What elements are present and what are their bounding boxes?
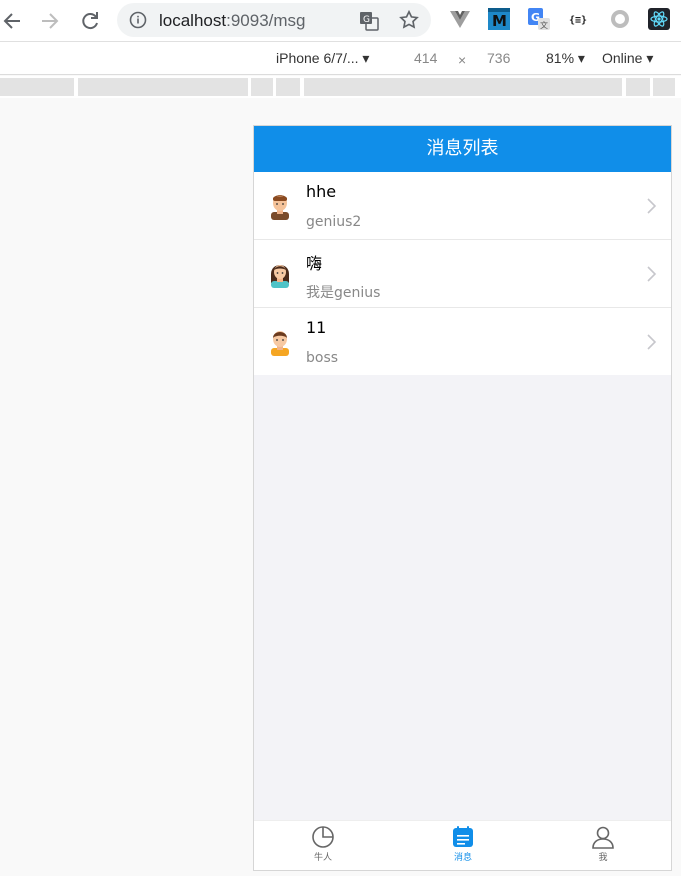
message-list: hhe genius2 嗨 我是genius 11 boss <box>254 172 671 375</box>
svg-text:文: 文 <box>540 20 548 30</box>
ruler-segment[interactable] <box>78 78 248 96</box>
ruler-segment[interactable] <box>653 78 675 96</box>
react-devtools-icon[interactable] <box>648 8 670 30</box>
tab-me[interactable]: 我 <box>573 825 633 863</box>
circle-extension-icon[interactable] <box>609 8 631 30</box>
network-select[interactable]: Online ▾ <box>602 50 653 67</box>
chevron-right-icon <box>647 334 657 350</box>
calendar-icon <box>453 826 473 847</box>
tab-label: 消息 <box>453 853 472 863</box>
chevron-right-icon <box>647 266 657 282</box>
address-bar[interactable]: localhost:9093/msg G <box>117 3 431 37</box>
viewport-height[interactable]: 736 <box>487 50 510 66</box>
svg-text:G: G <box>363 15 370 25</box>
woman-avatar-icon <box>271 265 289 288</box>
viewport-width[interactable]: 414 <box>414 50 437 66</box>
pie-chart-icon <box>312 826 334 848</box>
network-value: Online <box>602 50 643 66</box>
tab-label: 我 <box>598 853 608 863</box>
message-title: 嗨 <box>306 254 323 273</box>
message-title: 11 <box>306 318 327 337</box>
page-title: 消息列表 <box>254 126 671 172</box>
media-query-ruler <box>0 76 681 98</box>
user-icon <box>592 826 614 849</box>
ruler-segment[interactable] <box>626 78 650 96</box>
ruler-segment[interactable] <box>276 78 300 96</box>
tab-messages[interactable]: 消息 <box>433 825 493 863</box>
translate-icon[interactable]: G <box>359 11 379 31</box>
info-icon[interactable] <box>129 11 147 29</box>
list-item[interactable]: hhe genius2 <box>254 172 671 240</box>
message-title: hhe <box>306 182 337 201</box>
tab-bar: 牛人 消息 我 <box>254 820 671 870</box>
ruler-segment[interactable] <box>304 78 622 96</box>
dimension-separator: × <box>458 52 467 68</box>
url-path: :9093/msg <box>226 11 306 30</box>
url-host: localhost <box>159 11 227 30</box>
svg-text:{≡}: {≡} <box>569 15 587 26</box>
zoom-select[interactable]: 81% ▾ <box>546 50 585 67</box>
google-translate-icon[interactable]: G 文 <box>528 8 550 30</box>
man-avatar-icon <box>271 195 289 220</box>
boy-avatar-icon <box>271 331 289 356</box>
tab-label: 牛人 <box>313 853 332 863</box>
message-subtitle: 我是genius <box>306 285 381 301</box>
chevron-right-icon <box>647 198 657 214</box>
back-icon[interactable] <box>0 9 24 33</box>
url-text[interactable]: localhost:9093/msg <box>159 11 306 31</box>
browser-toolbar: localhost:9093/msg G M G 文 {≡} <box>0 0 681 42</box>
ruler-segment[interactable] <box>0 78 74 96</box>
reload-icon[interactable] <box>78 9 102 33</box>
ruler-segment[interactable] <box>251 78 273 96</box>
json-viewer-icon[interactable]: {≡} <box>568 8 590 30</box>
device-name: iPhone 6/7/... <box>276 50 359 66</box>
zoom-value: 81% <box>546 50 575 66</box>
svg-text:M: M <box>492 12 507 30</box>
device-select[interactable]: iPhone 6/7/... ▾ <box>276 50 369 67</box>
device-toolbar: iPhone 6/7/... ▾ 414 × 736 81% ▾ Online … <box>0 42 681 75</box>
tab-talents[interactable]: 牛人 <box>293 825 353 863</box>
message-subtitle: genius2 <box>306 214 362 230</box>
message-subtitle: boss <box>306 350 339 366</box>
vue-devtools-icon[interactable] <box>449 8 471 30</box>
list-item[interactable]: 嗨 我是genius <box>254 240 671 308</box>
bookmark-star-icon[interactable] <box>398 9 420 31</box>
forward-icon[interactable] <box>38 9 62 33</box>
m-extension-icon[interactable]: M <box>488 8 510 30</box>
device-viewport: 消息列表 hhe genius2 嗨 我是genius 11 boss 牛人 消… <box>253 125 672 871</box>
list-item[interactable]: 11 boss <box>254 308 671 375</box>
